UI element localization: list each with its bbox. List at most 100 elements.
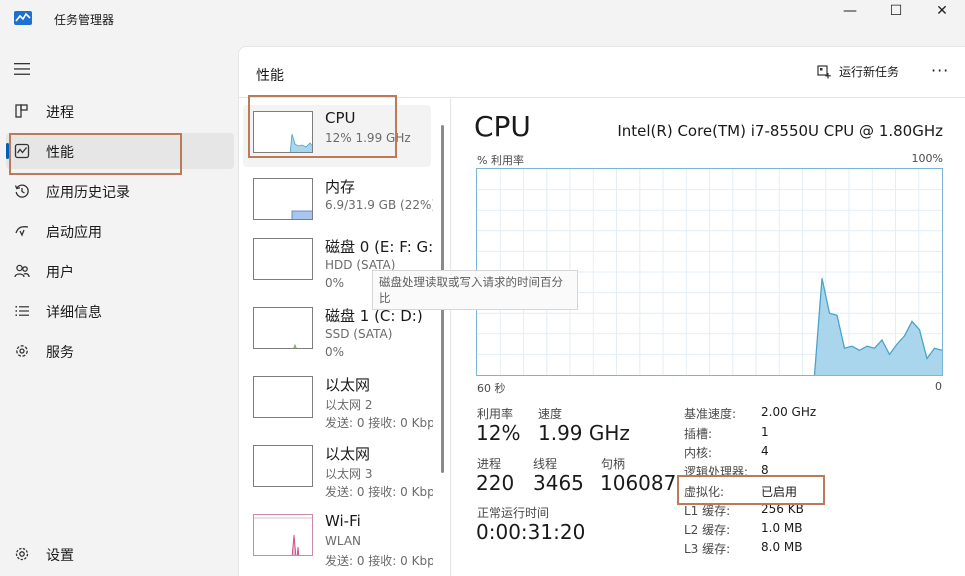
- close-button[interactable]: ✕: [919, 0, 965, 22]
- hamburger-menu-icon[interactable]: [14, 62, 30, 76]
- resource-name: 磁盘 0 (E: F: G:: [325, 238, 433, 256]
- history-icon: [14, 184, 29, 198]
- spec-label: 内核:: [684, 446, 713, 460]
- resource-subtitle: 以太网 3: [325, 467, 373, 481]
- resource-name: 以太网: [325, 376, 371, 394]
- spec-value: 8.0 MB: [761, 540, 803, 554]
- utilization-label: 利用率: [477, 407, 514, 421]
- nav-label: 进程: [46, 105, 74, 121]
- spec-value: 256 KB: [761, 502, 804, 516]
- more-options-button[interactable]: ···: [931, 61, 949, 80]
- resource-value: 发送: 0 接收: 0 Kbp: [325, 485, 433, 499]
- gear-icon: [15, 547, 29, 561]
- spec-label: L1 缓存:: [684, 504, 731, 518]
- active-indicator: [6, 143, 9, 159]
- nav-label: 用户: [46, 265, 74, 281]
- speed-label: 速度: [538, 407, 563, 421]
- resource-item-memory[interactable]: 内存 6.9/31.9 GB (22%): [243, 172, 433, 234]
- spec-value: 1: [761, 425, 769, 439]
- processes-value: 220: [476, 471, 515, 495]
- graph-y-max-label: 100%: [911, 152, 943, 165]
- maximize-button[interactable]: ☐: [873, 0, 919, 22]
- resource-item-ethernet-3[interactable]: 以太网 以太网 3 发送: 0 接收: 0 Kbp: [243, 439, 433, 501]
- resource-item-cpu[interactable]: CPU 12% 1.99 GHz: [243, 105, 431, 167]
- resource-thumbnail-graph: [253, 307, 313, 349]
- threads-value: 3465: [533, 471, 584, 495]
- spec-label: 逻辑处理器:: [684, 465, 749, 479]
- minimize-button[interactable]: —: [827, 0, 873, 22]
- spec-label: 虚拟化:: [684, 485, 725, 499]
- disk-tooltip: 磁盘处理读取或写入请求的时间百分比: [372, 270, 578, 310]
- resource-thumbnail-graph: [253, 376, 313, 418]
- resource-name: 内存: [325, 178, 356, 196]
- spec-label: 基准速度:: [684, 407, 737, 421]
- nav-item-startup[interactable]: 启动应用: [6, 213, 234, 249]
- nav-item-performance[interactable]: 性能: [6, 133, 234, 169]
- resource-name: CPU: [325, 109, 356, 127]
- resource-subtitle: SSD (SATA): [325, 327, 393, 341]
- details-icon: [15, 306, 29, 316]
- resource-subtitle: WLAN: [325, 534, 362, 548]
- resource-value: 发送: 0 接收: 0 Kbp: [325, 554, 433, 568]
- spec-value: 4: [761, 444, 769, 458]
- run-new-task-label: 运行新任务: [839, 65, 900, 79]
- uptime-value: 0:00:31:20: [476, 520, 586, 544]
- task-manager-app-icon: [14, 11, 32, 25]
- resource-thumbnail-graph: [253, 111, 313, 153]
- nav-label: 启动应用: [46, 225, 102, 241]
- nav-label: 详细信息: [46, 305, 102, 321]
- resource-list: CPU 12% 1.99 GHz 内存 6.9/31.9 GB (22%) 磁盘…: [243, 103, 433, 576]
- nav-label: 设置: [46, 548, 74, 564]
- cpu-model-name: Intel(R) Core(TM) i7-8550U CPU @ 1.80GHz: [617, 122, 943, 140]
- resource-thumbnail-graph: [253, 238, 313, 280]
- resource-subtitle: 12% 1.99 GHz: [325, 131, 411, 145]
- resource-item-disk-1[interactable]: 磁盘 1 (C: D:) SSD (SATA) 0%: [243, 301, 431, 363]
- window-title: 任务管理器: [54, 13, 115, 27]
- resource-value: 发送: 0 接收: 0 Kbp: [325, 416, 433, 430]
- spec-label: L3 缓存:: [684, 542, 731, 556]
- nav-item-services[interactable]: 服务: [6, 333, 234, 369]
- resource-subtitle: 以太网 2: [325, 398, 373, 412]
- resource-name: Wi-Fi: [325, 512, 361, 530]
- graph-x-label: 60 秒: [477, 382, 506, 395]
- processes-icon: [15, 104, 28, 118]
- header-divider: [239, 97, 965, 98]
- spec-label: 插槽:: [684, 427, 713, 441]
- handles-label: 句柄: [601, 457, 626, 471]
- list-divider: [450, 98, 451, 576]
- nav-item-details[interactable]: 详细信息: [6, 293, 234, 329]
- nav-item-settings[interactable]: 设置: [6, 536, 234, 572]
- resource-thumbnail-graph: [253, 178, 313, 220]
- services-icon: [16, 345, 28, 357]
- nav-label: 性能: [46, 145, 74, 161]
- nav-label: 应用历史记录: [46, 185, 130, 201]
- run-new-task-button[interactable]: 运行新任务: [817, 63, 899, 80]
- nav-label: 服务: [46, 345, 74, 361]
- resource-name: 以太网: [325, 445, 371, 463]
- page-title: 性能: [256, 68, 284, 84]
- new-task-icon: [817, 64, 831, 78]
- nav-item-processes[interactable]: 进程: [6, 93, 234, 129]
- startup-icon: [15, 226, 29, 237]
- users-icon: [14, 264, 30, 278]
- utilization-value: 12%: [476, 421, 521, 445]
- processes-label: 进程: [477, 457, 502, 471]
- resource-item-ethernet-2[interactable]: 以太网 以太网 2 发送: 0 接收: 0 Kbp: [243, 370, 433, 432]
- spec-label: L2 缓存:: [684, 523, 731, 537]
- handles-value: 106087: [600, 471, 677, 495]
- nav-item-app-history[interactable]: 应用历史记录: [6, 173, 234, 209]
- resource-item-wifi[interactable]: Wi-Fi WLAN 发送: 0 接收: 0 Kbp: [243, 508, 433, 570]
- spec-value: 已启用: [761, 485, 798, 499]
- nav-item-users[interactable]: 用户: [6, 253, 234, 289]
- graph-y-label: % 利用率: [477, 154, 524, 167]
- resource-value: 0%: [325, 345, 345, 359]
- spec-value: 2.00 GHz: [761, 405, 817, 419]
- spec-value: 8: [761, 463, 769, 477]
- performance-icon: [14, 143, 30, 159]
- resource-subtitle: 6.9/31.9 GB (22%): [325, 198, 433, 212]
- graph-x-min-label: 0: [935, 380, 942, 393]
- resource-thumbnail-graph: [253, 514, 313, 556]
- resource-value: 0%: [325, 276, 345, 290]
- threads-label: 线程: [533, 457, 558, 471]
- spec-value: 1.0 MB: [761, 521, 803, 535]
